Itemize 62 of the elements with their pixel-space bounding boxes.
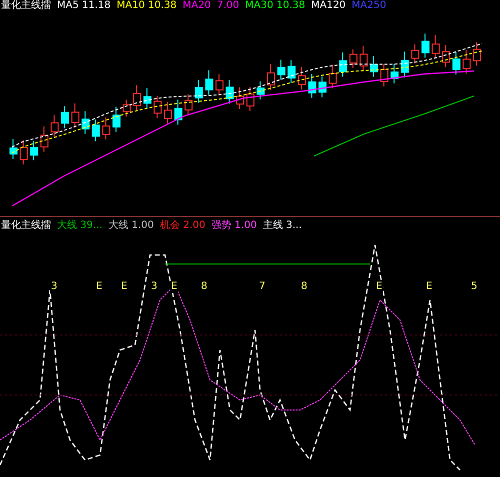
indicator-title: 量化主线擂 bbox=[1, 220, 51, 232]
signal-label: E bbox=[170, 281, 178, 293]
candlestick bbox=[277, 59, 286, 80]
candlestick bbox=[143, 87, 152, 109]
candlestick bbox=[92, 119, 100, 142]
candlestick bbox=[61, 106, 69, 129]
legend-item: 机会 2.00 bbox=[160, 220, 206, 232]
candlestick bbox=[318, 76, 326, 98]
legend-item: MA30 10.38 bbox=[245, 0, 306, 12]
candlestick bbox=[30, 140, 38, 161]
legend-item: 7.00 bbox=[216, 0, 240, 12]
candlestick bbox=[154, 95, 162, 119]
legend-item: MA250 bbox=[352, 0, 386, 12]
candlestick bbox=[390, 63, 399, 84]
candlestick bbox=[50, 114, 59, 138]
candlestick bbox=[411, 44, 420, 64]
candlestick bbox=[226, 80, 234, 104]
candlestick bbox=[339, 52, 348, 78]
candlestick bbox=[174, 99, 182, 126]
candlestick bbox=[432, 34, 440, 59]
candlestick bbox=[360, 45, 368, 72]
legend-item: 强势 1.00 bbox=[211, 220, 257, 232]
candlestick bbox=[82, 110, 90, 134]
candlestick bbox=[205, 70, 214, 96]
candlestick bbox=[473, 42, 481, 66]
candlestick bbox=[349, 48, 358, 68]
candlestick bbox=[71, 102, 80, 128]
candlestick bbox=[102, 116, 110, 140]
signal-label: E bbox=[375, 281, 384, 293]
candlestick bbox=[267, 63, 275, 90]
candlestick bbox=[422, 33, 430, 58]
candlestick bbox=[246, 86, 254, 112]
candlestick bbox=[308, 73, 316, 98]
candlestick bbox=[462, 50, 471, 74]
candlestick bbox=[216, 74, 224, 96]
candlestick bbox=[184, 94, 193, 116]
candlestick bbox=[133, 84, 142, 112]
legend-item: 大线 1.00 bbox=[108, 220, 154, 232]
legend-item: 大线 39... bbox=[57, 220, 102, 232]
candlestick bbox=[10, 138, 18, 160]
legend-item: MA120 bbox=[311, 0, 346, 12]
candlestick bbox=[40, 126, 48, 152]
legend-item: MA10 10.38 bbox=[116, 0, 177, 12]
candlestick bbox=[20, 140, 28, 165]
candlestick bbox=[112, 106, 120, 132]
candlestick bbox=[380, 63, 388, 87]
legend-item: MA5 11.18 bbox=[57, 0, 111, 12]
candlestick bbox=[194, 79, 203, 104]
legend-item: MA20 bbox=[182, 0, 211, 12]
candlestick bbox=[164, 102, 172, 124]
candlestick bbox=[400, 51, 409, 78]
signal-label: 3 bbox=[50, 281, 58, 293]
candlestick bbox=[288, 60, 296, 84]
candlestick bbox=[122, 99, 131, 118]
candlestick bbox=[256, 80, 265, 100]
candlestick bbox=[328, 64, 337, 89]
candlestick bbox=[298, 66, 306, 90]
candlestick bbox=[452, 51, 460, 75]
legend-item: 主线 3... bbox=[262, 220, 302, 232]
candlestick bbox=[370, 55, 378, 78]
candlestick bbox=[236, 86, 244, 110]
candlestick bbox=[442, 44, 450, 68]
